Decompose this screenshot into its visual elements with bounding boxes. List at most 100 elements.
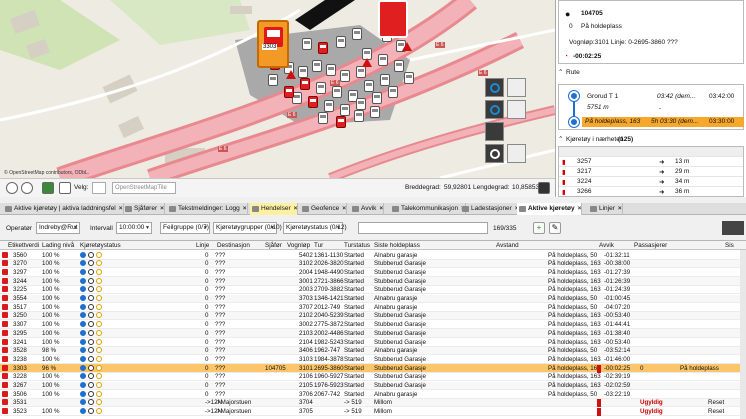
map-source-select[interactable]: OpenStreetMapTile	[112, 182, 176, 194]
column-header[interactable]: Destinasjon	[217, 242, 250, 249]
vehicle-marker[interactable]	[370, 106, 380, 118]
table-row[interactable]: 3297 100 % 0??? 2004 1948-4490 Started Stubber…	[0, 268, 746, 277]
nearby-row[interactable]: ▮ 3217 ➜ 29 m	[559, 167, 743, 177]
vehicle-marker[interactable]	[324, 100, 334, 112]
interval-select[interactable]: 10:00:00 ▼	[116, 222, 152, 234]
column-header[interactable]: Etikettverdi	[8, 242, 39, 249]
nearby-row[interactable]: ▮ 3224 ➜ 34 m	[559, 177, 743, 187]
table-row[interactable]: 3528 98 % 0??? 3406 1962-747 Started Alnabru g…	[0, 346, 746, 356]
table-row[interactable]: 3250 100 % 0??? 2102 2040-5239 Started Stubber…	[0, 311, 746, 321]
table-row[interactable]: 3523 100 % ->12N ->Majorstuen 3705 -> 519 Mill…	[0, 408, 746, 417]
vehicle-marker[interactable]	[318, 112, 328, 124]
tab[interactable]: Sjåfører ×	[123, 203, 165, 215]
column-header[interactable]: Avstand	[496, 242, 519, 249]
close-icon[interactable]: ×	[294, 205, 298, 212]
vehicle-marker[interactable]	[318, 42, 328, 54]
kjoretoystatus-select[interactable]: Kjøretøystatus (0/12) ▼	[283, 222, 347, 234]
pan-tool-button[interactable]	[507, 144, 526, 163]
vehicle-marker[interactable]	[300, 78, 310, 90]
vehicle-marker[interactable]	[394, 60, 404, 72]
close-icon[interactable]: ×	[379, 205, 383, 212]
edit-pencil-icon[interactable]: ✎	[549, 222, 561, 234]
vehicle-marker[interactable]	[302, 38, 312, 50]
route-section-header[interactable]: ⌃ Rute	[558, 68, 744, 78]
column-header[interactable]: Tur	[314, 242, 323, 249]
tab[interactable]: Ladestasjoner×	[460, 203, 520, 215]
vehicle-marker[interactable]	[336, 116, 346, 128]
vehicle-marker[interactable]	[298, 66, 308, 78]
vehicle-marker[interactable]	[308, 96, 318, 108]
column-header[interactable]: Lading nivå	[42, 242, 74, 249]
vehicle-marker[interactable]	[404, 72, 414, 84]
tab[interactable]: Aktive kjøretøy ×	[517, 203, 583, 215]
kjoretoygrupper-select[interactable]: Kjøretøygrupper (0/10) ▼	[213, 222, 282, 234]
column-header[interactable]: Vognløp	[287, 242, 310, 249]
vehicle-marker[interactable]	[356, 98, 366, 110]
select-tool-button[interactable]	[485, 100, 504, 119]
vehicle-marker[interactable]	[336, 36, 346, 48]
column-header[interactable]: Sis	[725, 242, 734, 249]
table-row[interactable]: 3303 96 % 0??? 104705 3101 2695-3860 Started St…	[0, 364, 746, 373]
table-row[interactable]: 3244 100 % 0??? 3001 2721-3866 Started Stubber…	[0, 277, 746, 286]
table-row[interactable]: 3241 100 % 0??? 2104 1982-5243 Started Stubber…	[0, 338, 746, 347]
table-row[interactable]: 3307 100 % 0??? 3002 2775-3872 Started Stubber…	[0, 321, 746, 330]
vehicle-marker[interactable]	[316, 82, 326, 94]
vehicle-marker[interactable]	[354, 110, 364, 122]
column-header[interactable]: Siste holdeplass	[374, 242, 420, 249]
vehicle-marker[interactable]	[380, 74, 390, 86]
zoom-out-icon[interactable]	[21, 182, 33, 194]
arrow-icon[interactable]	[59, 182, 71, 194]
table-row[interactable]: 3228 100 % 0??? 2106 1960-5927 Started Stubber…	[0, 373, 746, 382]
column-header[interactable]: Avvik	[599, 242, 614, 249]
column-header[interactable]: Sjåfør	[265, 242, 282, 249]
search-input[interactable]	[358, 222, 488, 234]
feilgruppe-select[interactable]: Feilgruppe (0/7) ▼	[160, 222, 210, 234]
circle-tool-button[interactable]	[485, 144, 504, 163]
vehicle-marker[interactable]	[326, 64, 336, 76]
draw-tool-button[interactable]	[485, 122, 504, 141]
vehicle-marker[interactable]	[268, 74, 278, 86]
table-row[interactable]: 3517 100 % 0??? 3707 2012-749 Started Alnabru …	[0, 303, 746, 312]
table-row[interactable]: 3270 100 % 0??? 3102 2026-3820 Started Stubber…	[0, 259, 746, 269]
tab[interactable]: Talekommunikasjon×	[390, 203, 466, 215]
column-header[interactable]: Passasjerer	[634, 242, 667, 249]
velg-select[interactable]	[92, 182, 106, 194]
table-row[interactable]: 3531 ->12N ->Majorstuen 3704 -> 519 Millom Ugy…	[0, 398, 746, 408]
selected-vehicle-marker[interactable]: 3303	[257, 20, 289, 68]
nearby-row[interactable]: ▮ 3266 ➜ 36 m	[559, 187, 743, 196]
vehicle-marker[interactable]	[364, 80, 374, 92]
tab[interactable]: Hendelser ×	[250, 203, 299, 215]
table-row[interactable]: 3267 100 % 0??? 2105 1976-5923 Started Stubber…	[0, 381, 746, 390]
tab[interactable]: Avvik ×	[350, 203, 385, 215]
vehicle-marker[interactable]	[372, 92, 382, 104]
tab[interactable]: Linjer ×	[588, 203, 623, 215]
layer-icon[interactable]	[42, 182, 54, 194]
vehicle-marker[interactable]	[352, 28, 362, 40]
tab[interactable]: Aktive kjøretøy | aktiva laddningsfel ×	[3, 203, 124, 215]
tab[interactable]: Geofence ×	[300, 203, 347, 215]
table-row[interactable]: 3295 100 % 0??? 2103 2002-4486 Started Stubber…	[0, 329, 746, 338]
table-row[interactable]: 3560 100 % 0??? 5402 1361-1130 Started Alnabru…	[0, 251, 746, 260]
close-icon[interactable]: ×	[119, 205, 123, 212]
vertical-scrollbar[interactable]	[740, 250, 746, 419]
vehicle-marker[interactable]	[332, 86, 342, 98]
vehicle-marker[interactable]	[378, 54, 388, 66]
tab[interactable]: Tekstmeldinger: Logg ×	[167, 203, 248, 215]
column-header[interactable]: Kjøretøystatus	[80, 242, 121, 249]
close-icon[interactable]: ×	[618, 205, 622, 212]
nearby-row[interactable]: ▮ 3257 ➜ 13 m	[559, 157, 743, 167]
operator-select[interactable]: Indreby@Rut ▼	[36, 222, 80, 234]
close-icon[interactable]: ×	[342, 205, 346, 212]
table-row[interactable]: 3238 100 % 0??? 3103 1984-3878 Started Stubber…	[0, 355, 746, 364]
bus-icon[interactable]	[378, 0, 408, 38]
table-row[interactable]: 3506 100 % 0??? 3706 2067-742 Started Alnabru …	[0, 390, 746, 399]
layers-stack-icon[interactable]	[538, 182, 550, 194]
map-view[interactable]: E 6 E 6 E 6 E 6 E 6 3303 © OpenStreetMap…	[0, 0, 555, 178]
vehicle-marker[interactable]	[340, 70, 350, 82]
close-icon[interactable]: ×	[160, 205, 164, 212]
vehicle-marker[interactable]	[312, 60, 322, 72]
measure-tool-button[interactable]	[507, 78, 526, 97]
vehicle-marker[interactable]	[340, 104, 350, 116]
close-icon[interactable]: ×	[243, 205, 247, 212]
column-header[interactable]: Turstatus	[344, 242, 370, 249]
